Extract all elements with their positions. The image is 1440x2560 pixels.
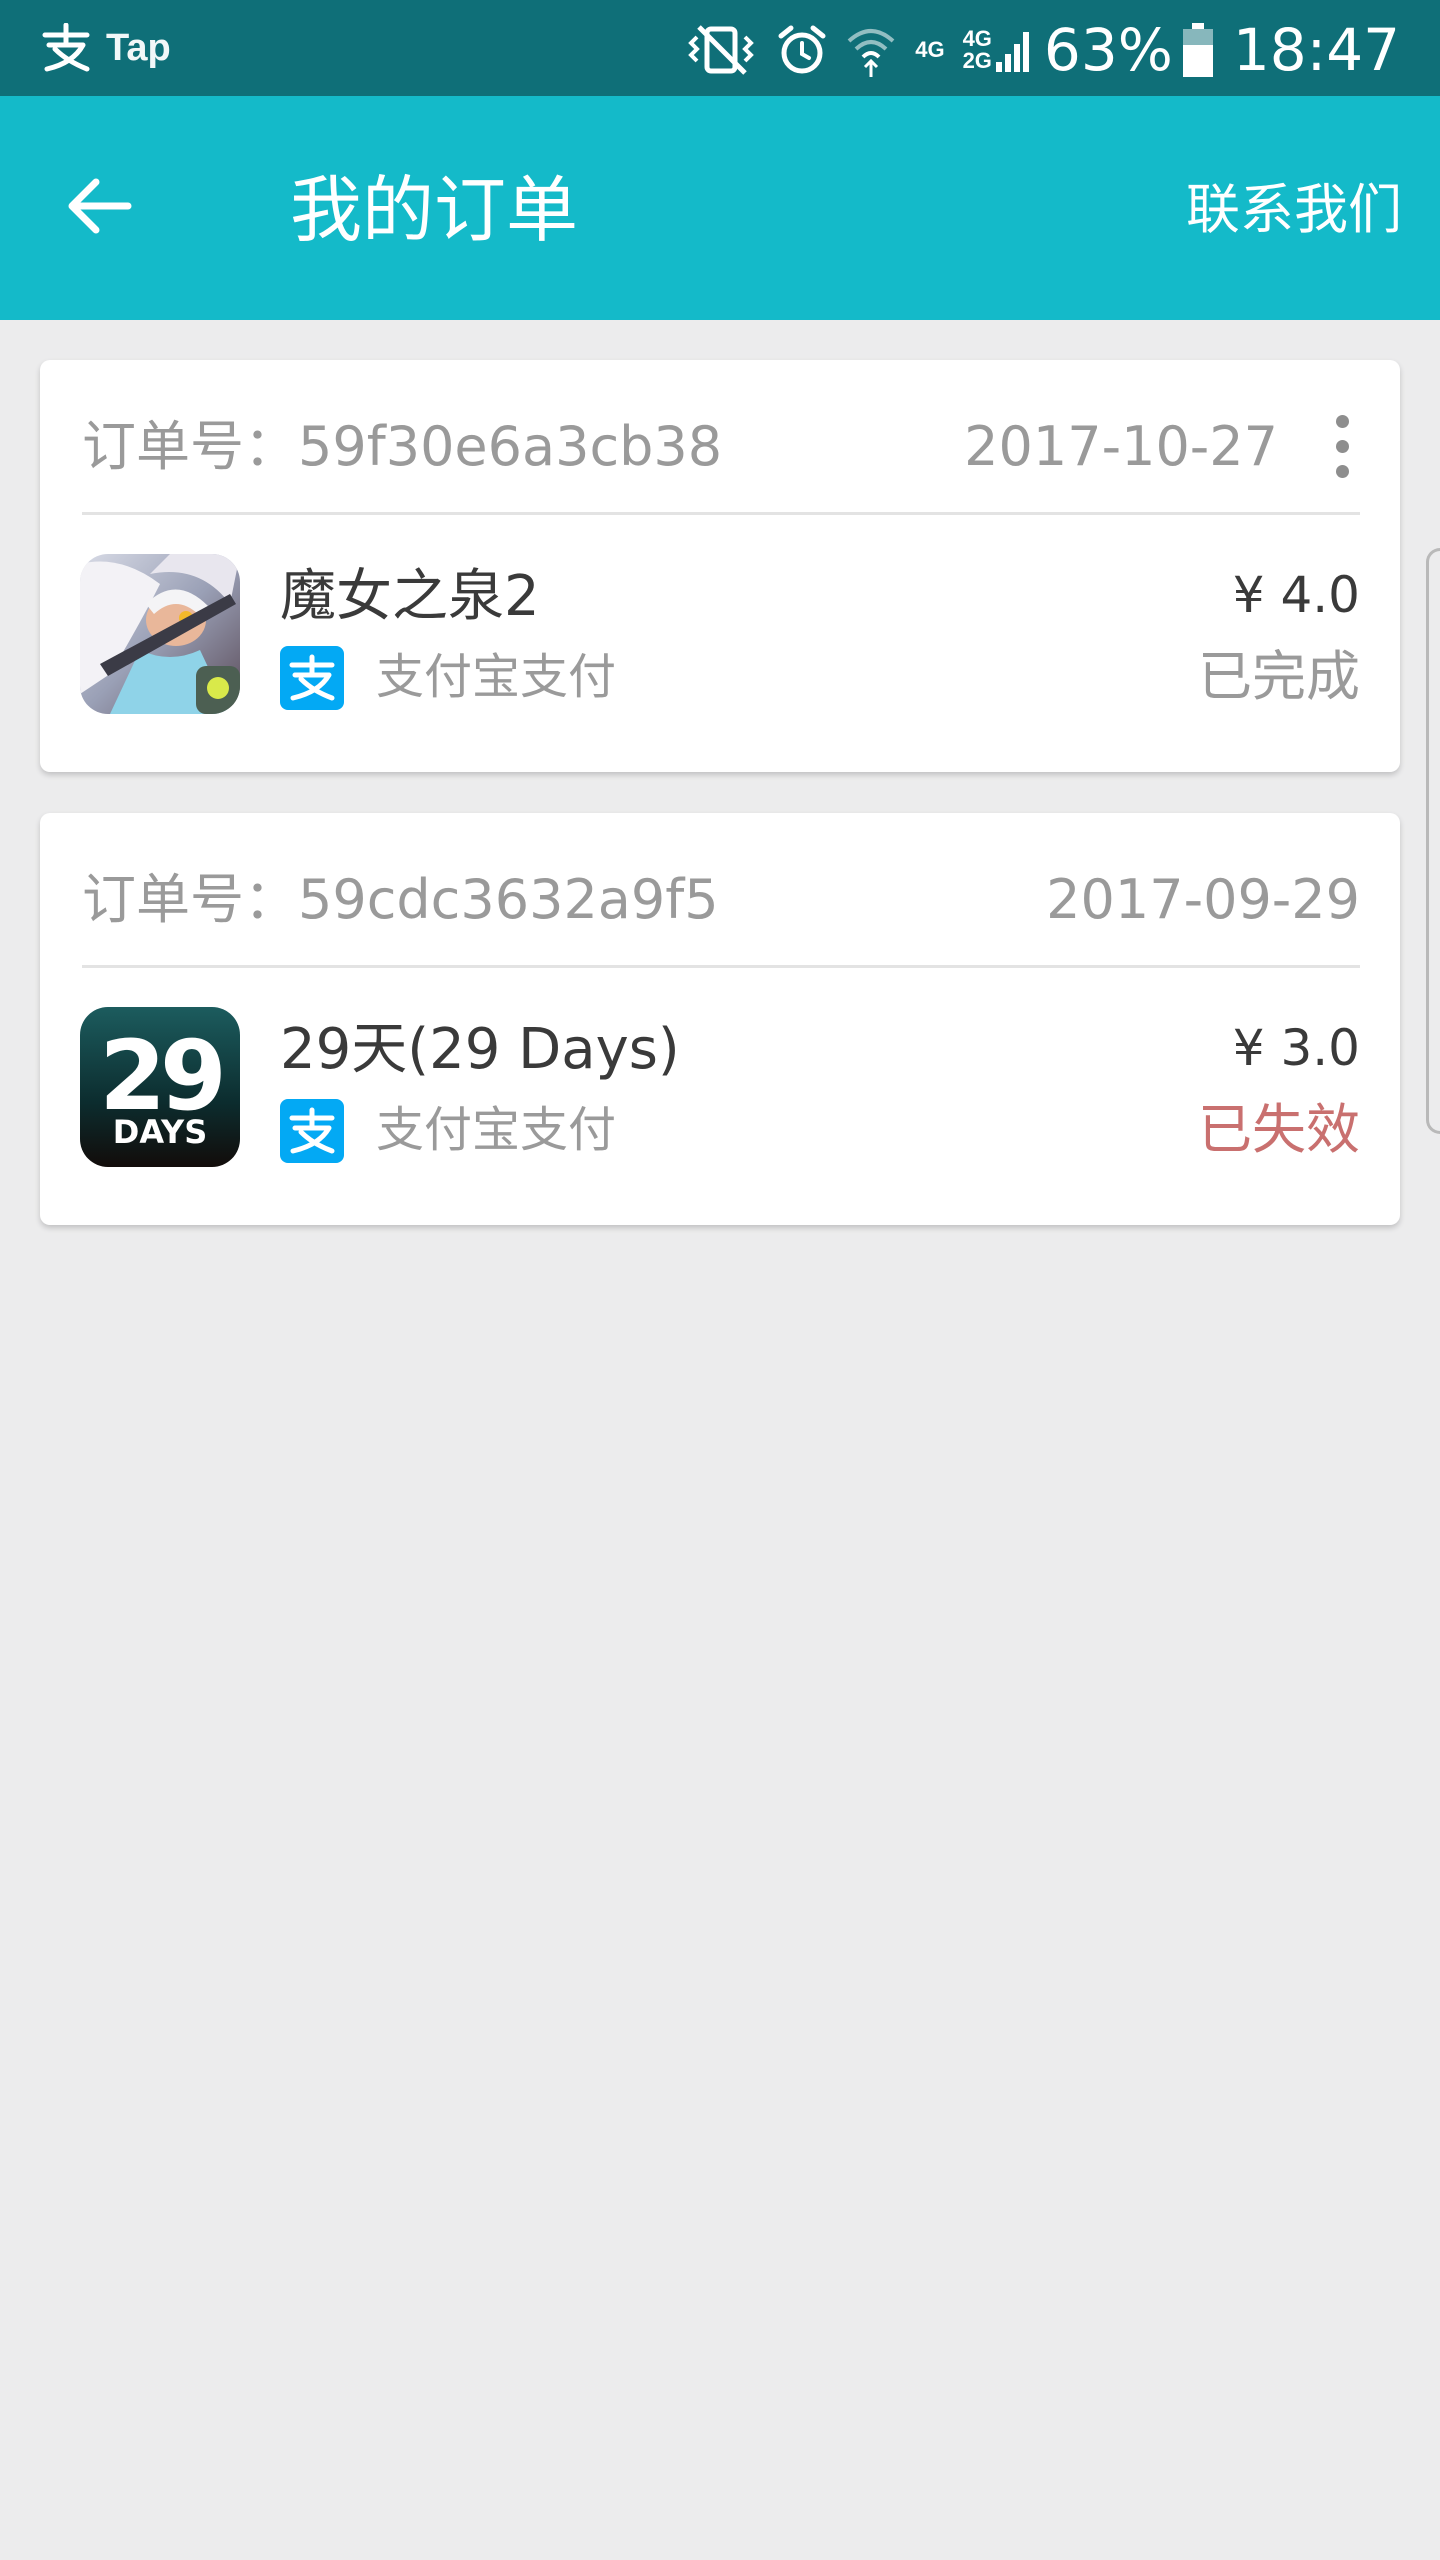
game-icon-29-days[interactable]: 29 DAYS (80, 1007, 240, 1167)
alarm-icon (777, 24, 827, 76)
wifi-icon (845, 23, 897, 77)
order-card[interactable]: 订单号：59f30e6a3cb38 2017-10-27 魔女之泉2 支付宝支付… (40, 360, 1400, 772)
more-dot (1335, 439, 1349, 453)
card-divider (82, 965, 1360, 968)
order-price: ¥ 4.0 (1232, 566, 1360, 624)
back-button[interactable] (48, 156, 148, 256)
status-app-name: Tap (106, 26, 171, 69)
signal-icon: 4G 2G (963, 28, 1030, 72)
alipay-icon (280, 646, 344, 710)
card-divider (82, 512, 1360, 515)
order-status: 已完成 (1198, 645, 1360, 708)
vibrate-icon (683, 23, 759, 77)
order-date: 2017-09-29 (1046, 868, 1360, 931)
battery-icon (1182, 23, 1213, 77)
order-status: 已失效 (1198, 1098, 1360, 1161)
order-number: 订单号：59f30e6a3cb38 (82, 415, 723, 478)
game-icon[interactable] (80, 554, 240, 714)
alipay-zhi-icon (38, 20, 94, 76)
status-right: 4G 4G 2G 63% 18:47 (665, 8, 1400, 92)
network-2g-small: 2G (962, 48, 992, 73)
payment-method: 支付宝支付 (376, 1102, 617, 1158)
clock: 18:47 (1232, 16, 1400, 84)
payment-method: 支付宝支付 (376, 649, 617, 705)
order-date: 2017-10-27 (964, 415, 1278, 478)
more-vertical-icon (1335, 414, 1349, 428)
order-price: ¥ 3.0 (1232, 1019, 1360, 1077)
status-bar: Tap 4G 4G 2G 63% 18:47 (0, 0, 1440, 96)
contact-us-button[interactable]: 联系我们 (1186, 178, 1402, 242)
more-dot (1335, 464, 1349, 478)
order-card[interactable]: 订单号：59cdc3632a9f5 2017-09-29 29 DAYS 29天… (40, 813, 1400, 1225)
arrow-left-icon (68, 178, 132, 234)
edge-panel-handle[interactable] (1426, 548, 1440, 1134)
order-number: 订单号：59cdc3632a9f5 (82, 868, 719, 931)
icon-text-days: DAYS (113, 1113, 207, 1151)
network-4g-small: 4G (962, 26, 992, 51)
game-title: 29天(29 Days) (280, 1017, 680, 1082)
app-bar: 我的订单 联系我们 (0, 96, 1440, 320)
alipay-icon (280, 1099, 344, 1163)
status-left: Tap (38, 18, 171, 78)
page-title: 我的订单 (290, 168, 579, 252)
network-4g-label: 4G (915, 37, 945, 62)
battery-percent: 63% (1043, 16, 1173, 84)
more-options-button[interactable] (1304, 404, 1380, 488)
game-title: 魔女之泉2 (280, 564, 540, 629)
